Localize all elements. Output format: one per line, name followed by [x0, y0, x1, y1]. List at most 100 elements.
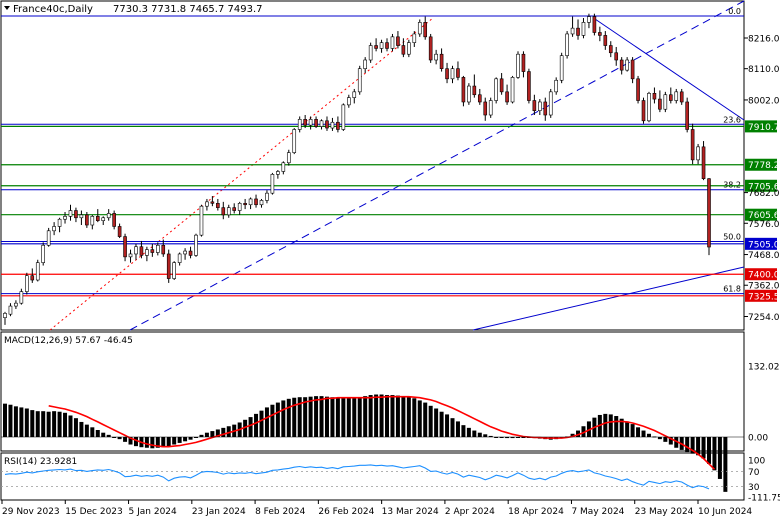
macd-histogram-bar [412, 398, 417, 437]
candle-body [57, 218, 62, 227]
candle-body [3, 313, 7, 318]
macd-histogram-bar [614, 416, 619, 437]
macd-histogram-bar [707, 437, 711, 464]
macd-histogram-bar [188, 437, 193, 440]
macd-histogram-bar [701, 437, 706, 459]
macd-histogram-bar [379, 394, 384, 437]
fib-level-label: 23.6 [723, 115, 741, 124]
candle-body [401, 45, 406, 55]
candle-body [161, 244, 166, 255]
candle-body [559, 55, 564, 81]
rsi-axis-label: 70 [748, 468, 760, 478]
candle-body [374, 45, 378, 49]
candle-body [270, 174, 275, 194]
macd-histogram-bar [46, 411, 51, 437]
candle-body [183, 250, 187, 255]
candle-body [543, 101, 548, 116]
candle-body [210, 201, 215, 204]
macd-histogram-bar [445, 414, 450, 437]
macd-histogram-bar [330, 397, 335, 437]
candle-body [237, 203, 242, 211]
macd-histogram-bar [270, 404, 275, 437]
candle-body [434, 53, 438, 61]
macd-histogram-bar [477, 432, 482, 437]
candle-body [494, 78, 498, 101]
macd-histogram-bar [35, 411, 40, 437]
time-axis-label: 15 Dec 2023 [65, 507, 123, 517]
candle-body [156, 244, 160, 253]
time-axis-label: 2 Apr 2024 [445, 507, 495, 517]
macd-histogram-bar [210, 431, 215, 437]
macd-histogram-bar [636, 427, 641, 437]
candle-body [95, 216, 100, 221]
time-axis-label: 23 Jan 2024 [192, 507, 246, 517]
candle-body [117, 226, 122, 237]
candle-body [412, 33, 417, 43]
macd-histogram-bar [177, 437, 182, 443]
macd-histogram-bar [434, 408, 439, 437]
candle-body [314, 119, 318, 127]
candle-body [630, 59, 635, 80]
candle-body [52, 226, 56, 232]
macd-histogram-bar [461, 425, 466, 437]
macd-histogram-bar [101, 432, 106, 437]
candle-body [325, 120, 329, 129]
candle-body [341, 104, 346, 130]
candle-body [276, 171, 280, 175]
candle-body [521, 53, 526, 72]
rsi-title: RSI(14) 23.9281 [4, 457, 77, 467]
macd-histogram-bar [341, 398, 346, 437]
fib-level-label: 61.8 [723, 285, 741, 294]
candle-body [19, 291, 24, 304]
candle-body [216, 203, 220, 208]
macd-histogram-bar [3, 403, 7, 437]
macd-histogram-bar [646, 433, 651, 437]
candle-body [297, 119, 302, 130]
macd-histogram-bar [57, 411, 62, 437]
level-price-label: 7910.7 [748, 123, 780, 133]
macd-axis-label: 0.00 [748, 434, 768, 444]
candle-body [483, 101, 488, 116]
candle-body [188, 250, 193, 256]
candle-body [417, 22, 422, 35]
candle-body [516, 53, 520, 78]
candle-body [79, 214, 84, 219]
candle-body [625, 59, 629, 71]
macd-histogram-bar [106, 434, 111, 437]
candle-body [232, 207, 237, 211]
candle-body [527, 71, 531, 101]
candle-body [139, 246, 144, 256]
candle-body [396, 36, 400, 46]
candle-body [41, 244, 46, 263]
candle-body [674, 91, 679, 101]
macd-histogram-bar [68, 415, 73, 437]
price-axis-label: 7468.0 [748, 251, 780, 261]
macd-histogram-bar [254, 413, 259, 437]
macd-histogram-bar [357, 397, 362, 437]
ohlc-readout: 7730.3 7731.8 7465.7 7493.7 [113, 4, 263, 15]
macd-histogram-bar [308, 396, 313, 437]
candle-body [636, 78, 640, 101]
macd-histogram-bar [286, 398, 291, 437]
candle-body [472, 85, 477, 96]
candle-body [707, 178, 711, 248]
price-axis-label: 7682.0 [748, 189, 780, 199]
candle-body [25, 275, 29, 292]
candle-body [592, 16, 597, 33]
price-axis-label: 7576.0 [748, 220, 780, 230]
candle-body [532, 100, 537, 111]
candle-body [265, 192, 269, 201]
candle-body [303, 119, 307, 126]
chart-background [0, 0, 780, 520]
macd-histogram-bar [79, 421, 84, 437]
level-price-label: 7778.2 [748, 161, 780, 171]
candle-body [330, 121, 335, 129]
candle-body [538, 101, 542, 111]
price-axis-label: 7254.0 [748, 313, 780, 323]
time-axis-label: 8 Feb 2024 [255, 507, 306, 517]
candle-body [456, 68, 460, 78]
candle-body [85, 214, 89, 226]
candle-body [347, 97, 351, 106]
candle-body [221, 207, 226, 216]
macd-histogram-bar [390, 395, 395, 437]
